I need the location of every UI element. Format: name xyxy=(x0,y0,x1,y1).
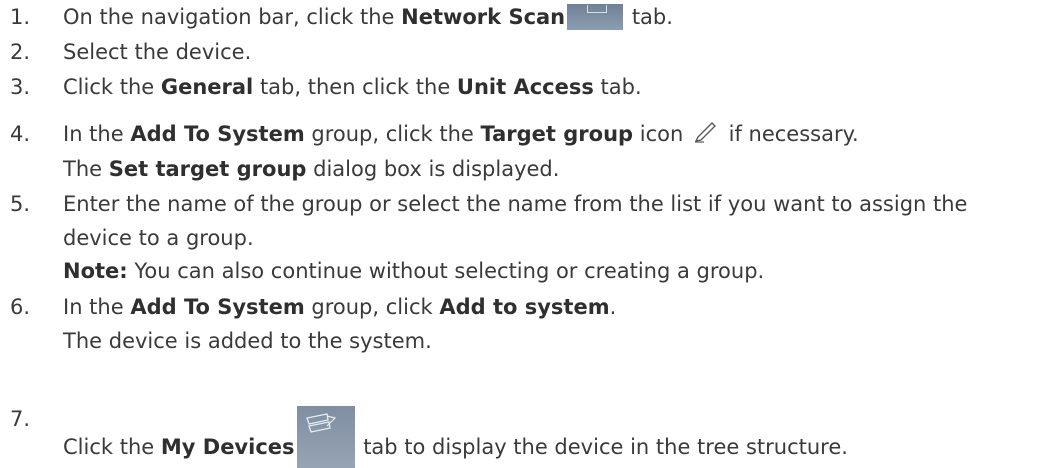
bold-term: Target group xyxy=(480,122,634,146)
network-scan-icon xyxy=(567,4,624,30)
pencil-icon xyxy=(694,122,716,143)
bold-term: My Devices xyxy=(160,435,295,459)
step-number: 6. xyxy=(10,295,31,319)
step-text: Click the General tab, then click the Un… xyxy=(63,75,642,99)
bold-term: General xyxy=(160,75,254,99)
step-text: In the Add To System group, click the Ta… xyxy=(63,122,859,146)
step-number: 7. xyxy=(10,407,31,431)
step-number: 1. xyxy=(10,5,31,29)
step-text: On the navigation bar, click the Network… xyxy=(63,4,673,30)
bold-term: Set target group xyxy=(108,157,307,181)
bold-term: Add to system xyxy=(439,295,610,319)
step-text: Select the device. xyxy=(63,40,252,64)
step-text: In the Add To System group, click Add to… xyxy=(63,295,617,319)
note-label: Note: xyxy=(63,259,128,283)
step-text: Click the My Devices tab to display the … xyxy=(63,406,848,468)
bold-term: Network Scan xyxy=(401,5,566,29)
step-number: 4. xyxy=(10,122,31,146)
step-text: Enter the name of the group or select th… xyxy=(63,192,968,216)
camera-devices-icon xyxy=(296,406,355,468)
step-number: 5. xyxy=(10,192,31,216)
step-number: 3. xyxy=(10,75,31,99)
step-number: 2. xyxy=(10,40,31,64)
bold-term: Unit Access xyxy=(456,75,594,99)
bold-term: Add To System xyxy=(130,295,305,319)
bold-term: Add To System xyxy=(130,122,305,146)
